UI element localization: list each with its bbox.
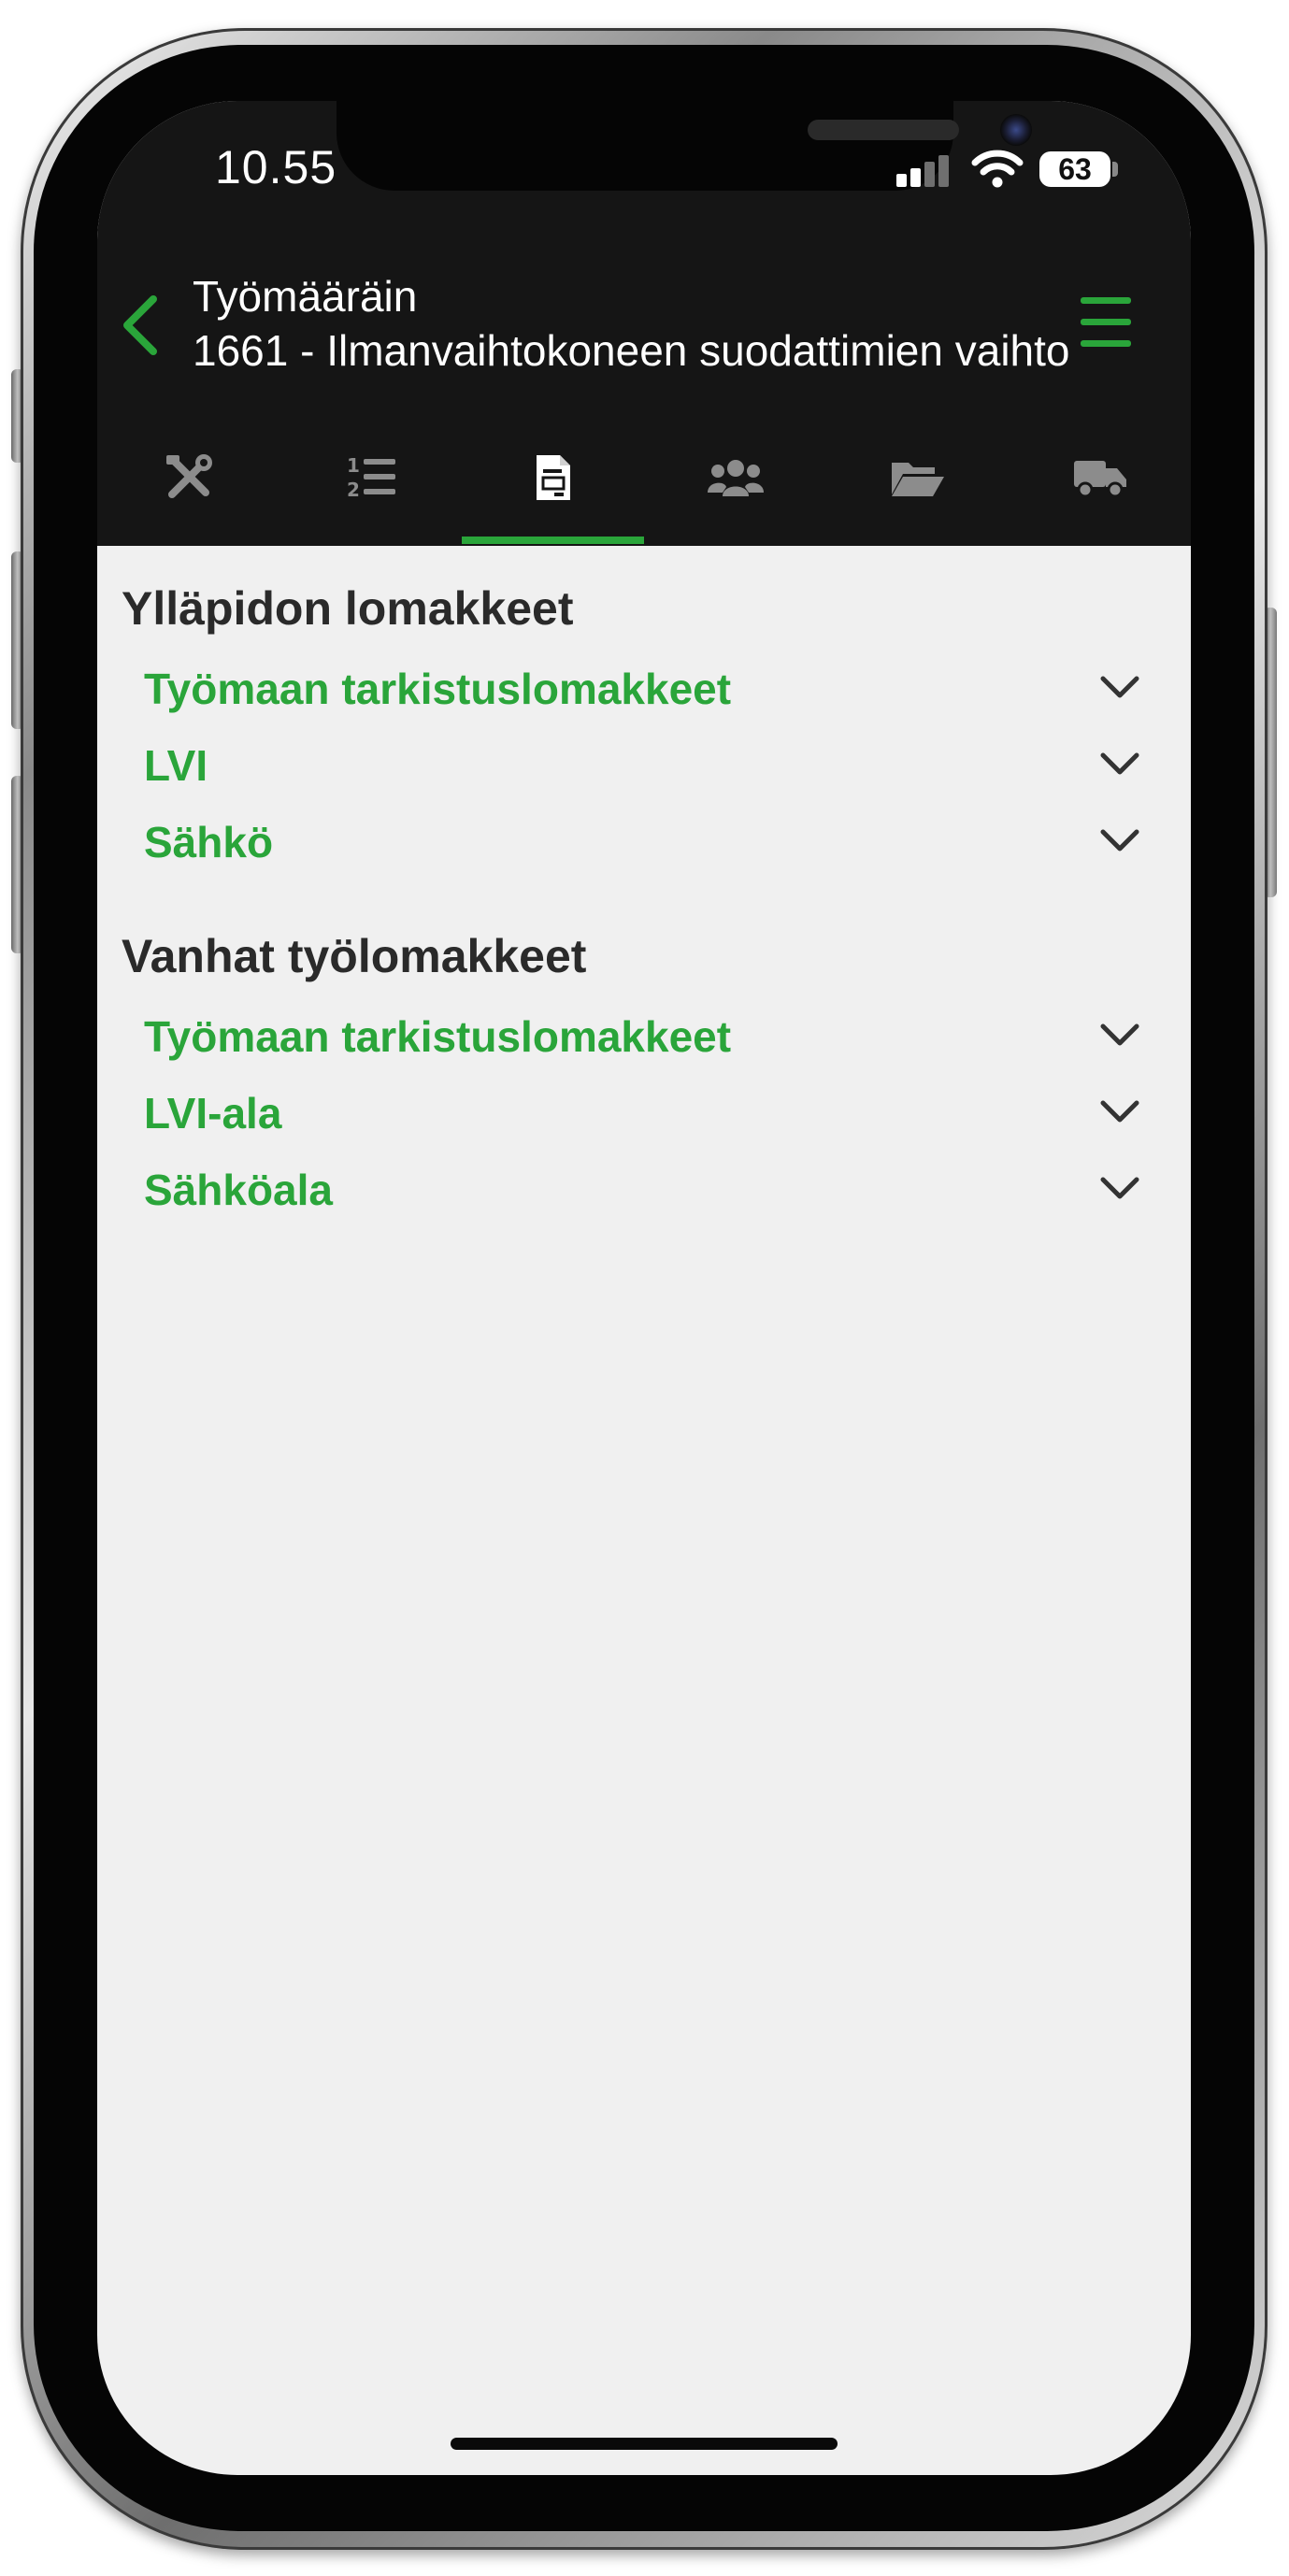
page-title: 1661 - Ilmanvaihtokoneen suodattimien va… xyxy=(193,326,1070,375)
section-title: Ylläpidon lomakkeet xyxy=(122,582,574,635)
app-header: 10.55 63 Työmääräin 1661 - Ilmanvaihtoko… xyxy=(97,101,1191,546)
numbered-list-icon: 1 2 xyxy=(347,454,395,501)
chevron-down-icon xyxy=(1100,1177,1139,1199)
tab-bar: 1 2 xyxy=(97,409,1191,546)
device-stage: 10.55 63 Työmääräin 1661 - Ilmanvaihtoko… xyxy=(0,0,1289,2576)
accordion-item-label: Sähköala xyxy=(144,1166,333,1214)
tab-tools[interactable] xyxy=(97,409,279,546)
accordion-item-label: Työmaan tarkistuslomakkeet xyxy=(144,665,732,713)
accordion-item-label: LVI-ala xyxy=(144,1089,282,1138)
accordion-item[interactable]: Sähkö xyxy=(97,806,1191,882)
chevron-down-icon xyxy=(1100,676,1139,698)
back-chevron-icon[interactable] xyxy=(112,288,168,363)
tab-transport[interactable] xyxy=(1009,409,1191,546)
tab-forms[interactable] xyxy=(462,409,644,546)
front-camera xyxy=(1000,114,1032,146)
accordion-item[interactable]: LVI-ala xyxy=(97,1077,1191,1153)
tools-icon xyxy=(165,454,212,498)
home-indicator[interactable] xyxy=(451,2438,838,2450)
active-tab-indicator xyxy=(462,537,644,544)
users-icon xyxy=(707,460,764,496)
chevron-down-icon xyxy=(1100,829,1139,852)
notch xyxy=(337,101,1032,191)
truck-icon xyxy=(1073,461,1126,498)
chevron-down-icon xyxy=(1100,1100,1139,1123)
accordion-item[interactable]: Sähköala xyxy=(97,1153,1191,1230)
status-time: 10.55 xyxy=(215,141,337,193)
hamburger-menu-icon[interactable] xyxy=(1081,297,1131,348)
accordion-item-label: LVI xyxy=(144,741,208,790)
document-icon xyxy=(536,455,570,500)
cellular-signal-icon xyxy=(896,153,952,187)
tab-files[interactable] xyxy=(826,409,1009,546)
wifi-icon xyxy=(971,150,1024,188)
chevron-down-icon xyxy=(1100,1023,1139,1046)
folder-open-icon xyxy=(891,463,944,496)
accordion-item[interactable]: Työmaan tarkistuslomakkeet xyxy=(97,1000,1191,1077)
battery-tip xyxy=(1112,162,1118,177)
svg-text:2: 2 xyxy=(347,479,360,501)
svg-text:1: 1 xyxy=(347,454,360,477)
app-screen: 10.55 63 Työmääräin 1661 - Ilmanvaihtoko… xyxy=(97,101,1191,2475)
tab-list[interactable]: 1 2 xyxy=(279,409,462,546)
section-title: Vanhat työlomakkeet xyxy=(122,930,587,982)
accordion-item-label: Työmaan tarkistuslomakkeet xyxy=(144,1012,732,1061)
battery-level: 63 xyxy=(1039,151,1110,187)
accordion-item-label: Sähkö xyxy=(144,818,274,866)
tab-people[interactable] xyxy=(644,409,826,546)
header-subtitle: Työmääräin xyxy=(193,272,418,321)
accordion-item[interactable]: LVI xyxy=(97,729,1191,806)
speaker-grille xyxy=(808,120,959,140)
accordion-item[interactable]: Työmaan tarkistuslomakkeet xyxy=(97,652,1191,729)
chevron-down-icon xyxy=(1100,752,1139,775)
